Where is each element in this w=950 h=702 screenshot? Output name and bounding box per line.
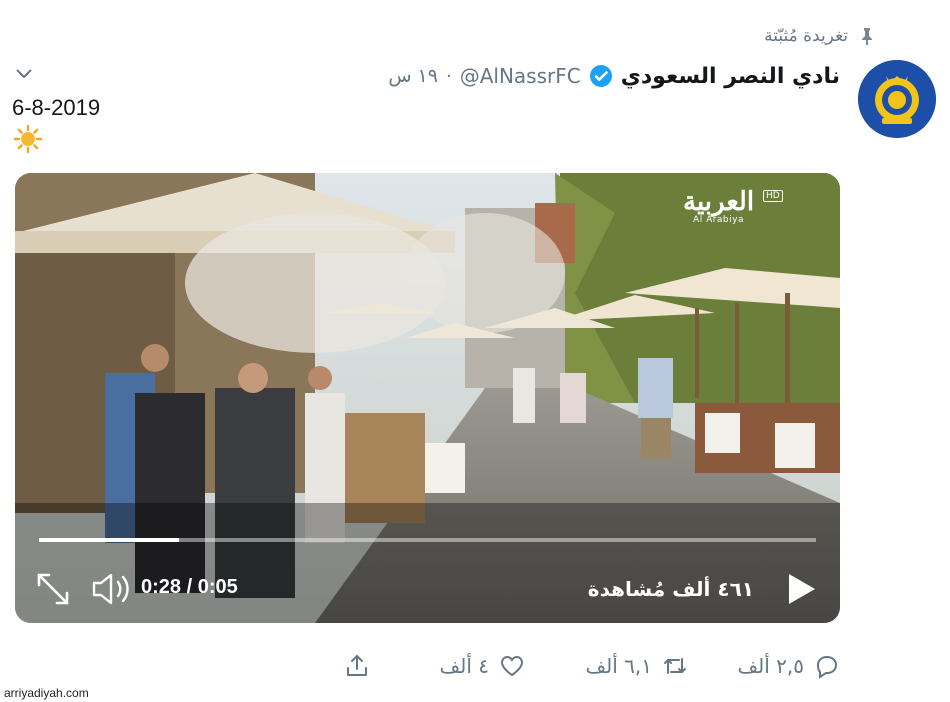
watermark-main-text: العربية (683, 187, 755, 217)
tweet-timestamp[interactable]: ١٩ س (388, 65, 438, 87)
chevron-down-icon[interactable] (14, 66, 34, 82)
tweet-text: 6-8-2019 (12, 95, 101, 120)
retweet-icon (664, 658, 686, 674)
club-logo (858, 60, 936, 138)
avatar[interactable] (858, 60, 936, 138)
watermark-sub-text: Al Arabiya (693, 215, 744, 225)
video-progress-bar[interactable] (39, 538, 816, 542)
reply-icon (816, 655, 838, 679)
account-handle[interactable]: @AlNassrFC (460, 64, 581, 88)
volume-icon[interactable] (91, 571, 133, 607)
pinned-label-text: تغريدة مُثبّتة (764, 26, 848, 46)
video-player[interactable]: العربية Al Arabiya HD 0:28 / 0:05 ٤٦١ أل… (15, 173, 840, 623)
retweet-button[interactable]: ٦,١ ألف (585, 648, 688, 684)
pinned-tweet-label: تغريدة مُثبّتة (764, 26, 876, 46)
channel-watermark: العربية Al Arabiya (683, 189, 754, 225)
video-time: 0:28 / 0:05 (141, 576, 238, 598)
tweet-action-bar: ٢,٥ ألف ٦,١ ألف ٤ ألف (0, 648, 950, 684)
source-credit: arriyadiyah.com (4, 686, 89, 700)
display-name[interactable]: نادي النصر السعودي (621, 64, 840, 89)
tweet-header: نادي النصر السعودي @AlNassrFC · ١٩ س (388, 60, 840, 92)
video-frame (15, 173, 840, 623)
share-icon (347, 655, 367, 676)
heart-icon (500, 655, 524, 677)
pin-icon (862, 28, 872, 45)
like-count: ٤ ألف (439, 654, 489, 678)
sun-emoji-icon (13, 124, 43, 154)
share-button[interactable] (344, 648, 370, 684)
meta-separator: · (445, 65, 452, 87)
video-view-count: ٤٦١ ألف مُشاهدة (587, 577, 754, 601)
hd-badge: HD (763, 190, 783, 202)
verified-badge-icon (589, 65, 612, 87)
reply-count: ٢,٥ ألف (737, 654, 804, 678)
video-progress-fill (39, 538, 179, 542)
like-button[interactable]: ٤ ألف (440, 648, 525, 684)
play-icon[interactable] (784, 571, 818, 607)
reply-button[interactable]: ٢,٥ ألف (737, 648, 840, 684)
fullscreen-icon[interactable] (35, 571, 71, 607)
retweet-count: ٦,١ ألف (585, 654, 652, 678)
